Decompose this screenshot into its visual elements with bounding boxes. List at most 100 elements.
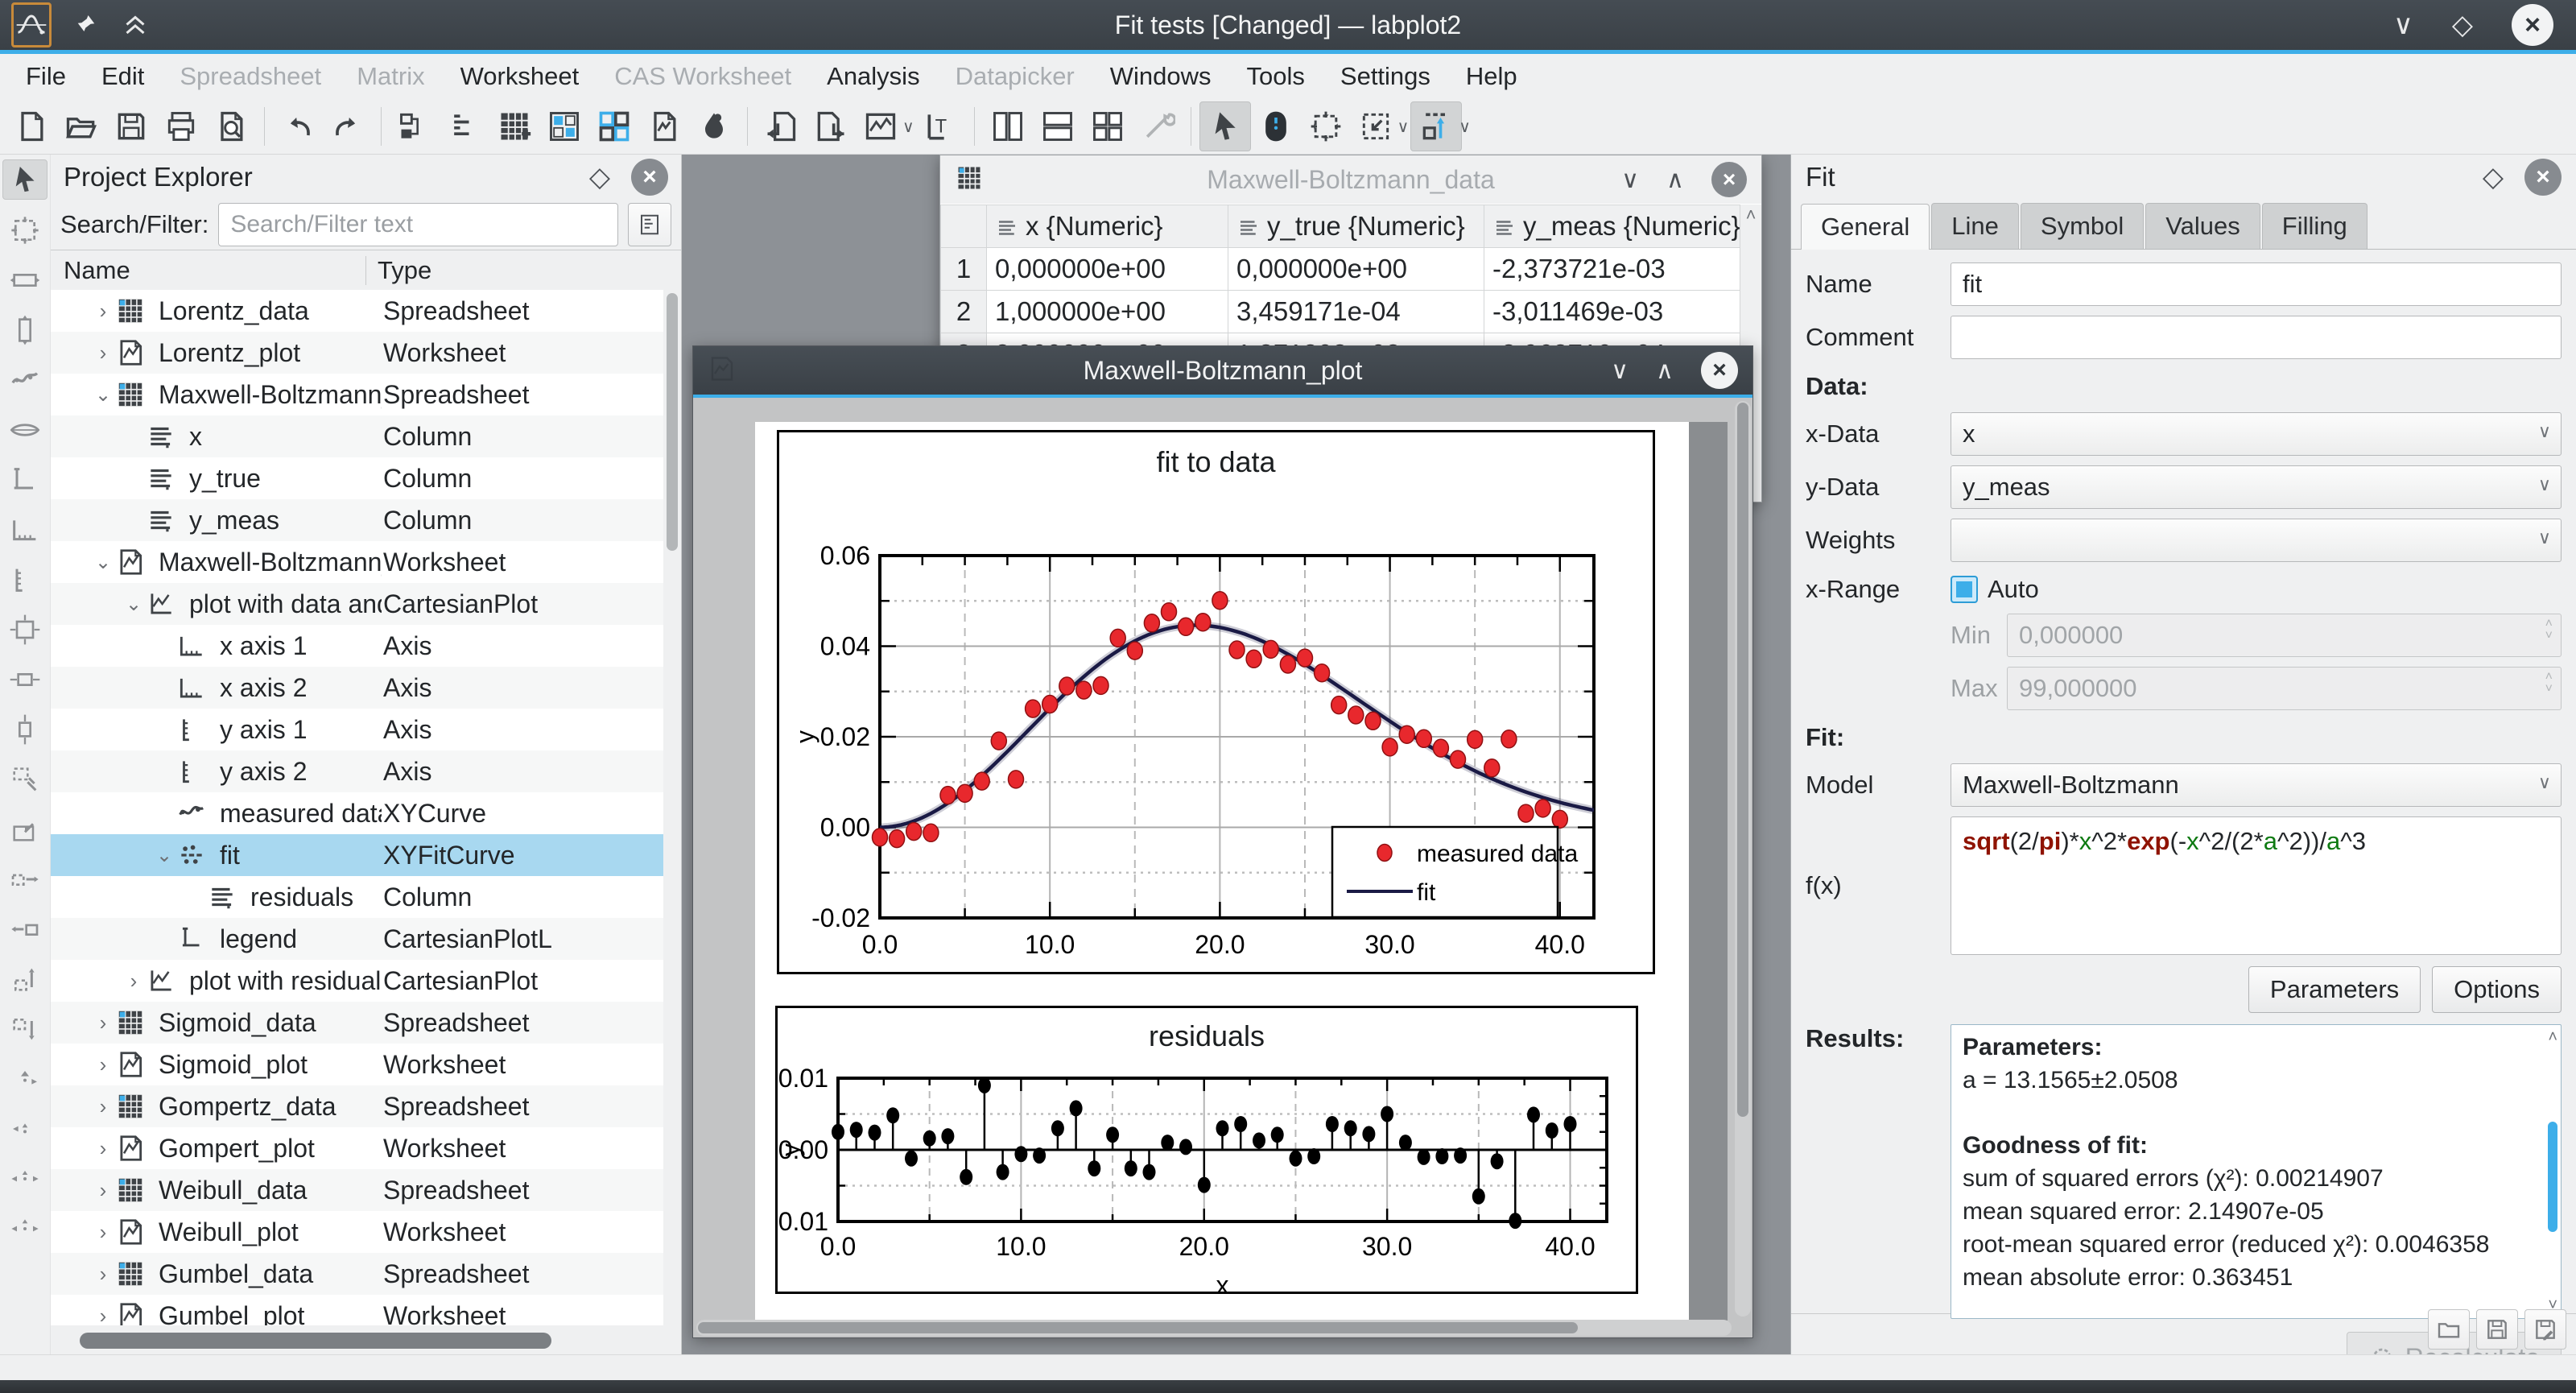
navigate-mouse-icon[interactable] — [1251, 102, 1301, 151]
options-button[interactable]: Options — [2432, 966, 2562, 1013]
max-spinbox[interactable]: 99,000000 — [2007, 667, 2562, 710]
print-icon[interactable] — [156, 102, 206, 151]
collapse-arrow-icon[interactable]: ⌄ — [91, 383, 115, 407]
cursor-position-icon[interactable] — [1410, 101, 1462, 151]
collapse-toolbar-icon[interactable] — [121, 9, 150, 42]
tree-item-x-axis-2[interactable]: x axis 2Axis — [51, 667, 663, 709]
tree-item-x[interactable]: xColumn — [51, 415, 663, 457]
tree-item-gompert_plot[interactable]: ›Gompert_plotWorksheet — [51, 1127, 663, 1169]
menu-help[interactable]: Help — [1448, 57, 1535, 96]
pin-icon[interactable] — [72, 10, 100, 41]
open-folder-icon[interactable] — [56, 102, 106, 151]
load-function-button[interactable] — [2428, 1309, 2470, 1350]
expand-arrow-icon[interactable]: › — [91, 341, 115, 366]
menu-worksheet[interactable]: Worksheet — [443, 57, 597, 96]
cell[interactable]: 0,000000e+00 — [1228, 248, 1484, 291]
tree-item-measured-data[interactable]: measured dataXYCurve — [51, 792, 663, 834]
tree-item-x-axis-1[interactable]: x axis 1Axis — [51, 625, 663, 667]
legend-tool-icon[interactable] — [3, 461, 47, 499]
nav-all-icon[interactable] — [3, 1209, 47, 1248]
save-function-button[interactable] — [2476, 1309, 2518, 1350]
cell[interactable]: 3,459171e-04 — [1228, 291, 1484, 333]
undo-icon[interactable] — [273, 102, 323, 151]
cell[interactable]: 1,000000e+00 — [987, 291, 1228, 333]
import-data-icon[interactable] — [756, 102, 806, 151]
expand-arrow-icon[interactable]: › — [91, 1052, 115, 1077]
tree-horizontal-scrollbar[interactable] — [56, 1330, 660, 1351]
scale-auto-icon[interactable] — [3, 610, 47, 649]
export-data-icon[interactable] — [806, 102, 856, 151]
window-titlebar[interactable]: Fit tests [Changed] — labplot2 ∨ ◇ × — [0, 0, 2576, 50]
shade-window-icon[interactable]: ∨ — [1611, 357, 1629, 385]
column-header[interactable]: x {Numeric} — [987, 205, 1228, 248]
tree-item-weibull_data[interactable]: ›Weibull_dataSpreadsheet — [51, 1169, 663, 1211]
tree-item-gumbel_plot[interactable]: ›Gumbel_plotWorksheet — [51, 1295, 663, 1325]
tree-item-sigmoid_data[interactable]: ›Sigmoid_dataSpreadsheet — [51, 1002, 663, 1044]
tree-item-weibull_plot[interactable]: ›Weibull_plotWorksheet — [51, 1211, 663, 1253]
tree-column-type[interactable]: Type — [366, 256, 681, 285]
worksheet-horizontal-scrollbar[interactable] — [696, 1320, 1732, 1336]
cell[interactable]: -3,011469e-03 — [1484, 291, 1761, 333]
axis-y-icon[interactable] — [3, 560, 47, 599]
expand-arrow-icon[interactable]: › — [91, 299, 115, 324]
zoom-fit-icon[interactable] — [1351, 102, 1401, 151]
tree-vertical-scrollbar[interactable] — [663, 290, 681, 1325]
menu-file[interactable]: File — [8, 57, 84, 96]
tree-item-maxwell-boltzmann_plot[interactable]: ⌄Maxwell-Boltzmann_plotWorksheet — [51, 541, 663, 583]
close-window-icon[interactable]: × — [1701, 352, 1738, 389]
collapse-arrow-icon[interactable]: ⌄ — [91, 551, 115, 574]
maximize-button[interactable]: ◇ — [2452, 11, 2473, 39]
tree-item-maxwell-boltzmann_data[interactable]: ⌄Maxwell-Boltzmann_dataSpreadsheet — [51, 374, 663, 415]
new-worksheet-icon[interactable] — [639, 102, 689, 151]
zoom-y-icon[interactable] — [3, 311, 47, 349]
curve-smooth-icon[interactable] — [3, 411, 47, 449]
x-data-combobox[interactable]: x — [1951, 412, 2562, 456]
expand-arrow-icon[interactable]: › — [91, 1304, 115, 1326]
column-header[interactable]: y_true {Numeric} — [1228, 205, 1484, 248]
expand-arrow-icon[interactable]: › — [122, 969, 146, 994]
table-row[interactable]: 10,000000e+000,000000e+00-2,373721e-03 — [941, 248, 1761, 291]
collapse-arrow-icon[interactable]: ⌄ — [152, 844, 176, 867]
comment-field[interactable] — [1951, 316, 2562, 359]
close-window-icon[interactable]: × — [1711, 162, 1747, 197]
results-scrollbar[interactable] — [2546, 1046, 2559, 1297]
tree-item-lorentz_plot[interactable]: ›Lorentz_plotWorksheet — [51, 332, 663, 374]
scale-auto-x-icon[interactable] — [3, 660, 47, 699]
model-combobox[interactable]: Maxwell-Boltzmann — [1951, 763, 2562, 807]
worksheet-vertical-scrollbar[interactable] — [1735, 401, 1751, 1317]
float-panel-icon[interactable]: ◇ — [589, 161, 610, 193]
expand-arrow-icon[interactable]: › — [91, 1011, 115, 1035]
corner-header[interactable] — [941, 205, 987, 248]
unshade-window-icon[interactable]: ∧ — [1656, 357, 1674, 385]
tree-item-y-axis-1[interactable]: y axis 1Axis — [51, 709, 663, 750]
shift-up-icon[interactable] — [3, 960, 47, 998]
search-input[interactable]: Search/Filter text — [218, 203, 618, 246]
edit-layout-icon[interactable] — [1133, 102, 1183, 151]
tree-item-y_true[interactable]: y_trueColumn — [51, 457, 663, 499]
new-workbook-icon[interactable] — [589, 102, 639, 151]
nav-lr-icon[interactable] — [3, 1159, 47, 1198]
tree-item-y_meas[interactable]: y_measColumn — [51, 499, 663, 541]
close-panel-icon[interactable]: × — [2524, 159, 2562, 196]
menu-edit[interactable]: Edit — [84, 57, 162, 96]
tree-item-y-axis-2[interactable]: y axis 2Axis — [51, 750, 663, 792]
new-document-icon[interactable] — [6, 102, 56, 151]
zoom-in-icon[interactable] — [3, 760, 47, 799]
nav-up-icon[interactable] — [3, 1060, 47, 1098]
dropdown-arrow-icon[interactable]: ∨ — [1459, 117, 1471, 137]
table-row[interactable]: 21,000000e+003,459171e-04-3,011469e-03 — [941, 291, 1761, 333]
worksheet-page[interactable]: fit to data0.010.020.030.040.0-0.020.000… — [755, 422, 1689, 1321]
new-spreadsheet-icon[interactable] — [489, 102, 539, 151]
unshade-window-icon[interactable]: ∧ — [1666, 166, 1684, 194]
tree-item-gompertz_data[interactable]: ›Gompertz_dataSpreadsheet — [51, 1085, 663, 1127]
live-data-icon[interactable] — [856, 102, 906, 151]
save-icon[interactable] — [106, 102, 156, 151]
expand-arrow-icon[interactable]: › — [91, 1094, 115, 1119]
tab-line[interactable]: Line — [1931, 203, 2019, 249]
menu-settings[interactable]: Settings — [1323, 57, 1448, 96]
dropdown-arrow-icon[interactable]: ∨ — [1397, 117, 1410, 137]
expand-arrow-icon[interactable]: › — [91, 1136, 115, 1161]
new-folder-icon[interactable] — [390, 102, 440, 151]
tab-symbol[interactable]: Symbol — [2021, 203, 2144, 249]
tree-item-residuals[interactable]: residualsColumn — [51, 876, 663, 918]
